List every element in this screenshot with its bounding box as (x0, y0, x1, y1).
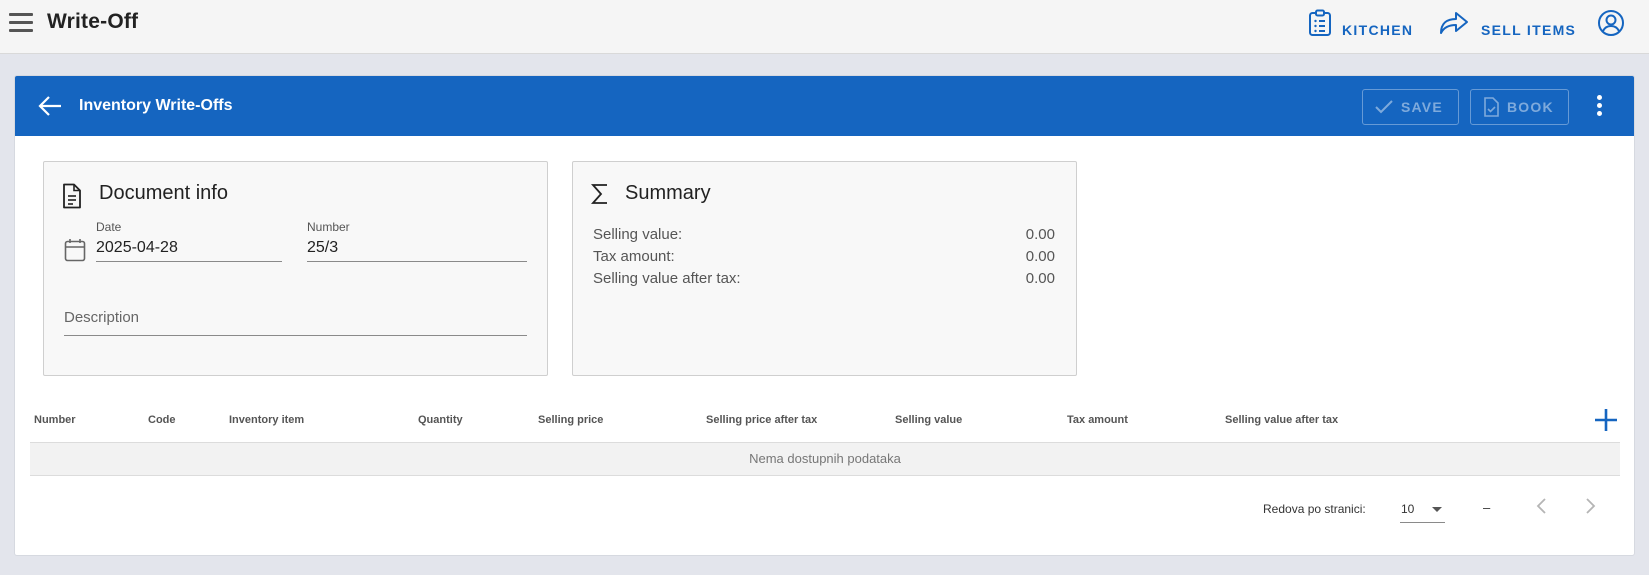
summary-value: 0.00 (1025, 226, 1055, 243)
book-button[interactable]: BOOK (1470, 89, 1569, 125)
clipboard-list-icon[interactable] (1307, 9, 1333, 37)
summary-row-tax-amount: Tax amount: 0.00 (593, 248, 1055, 265)
account-icon[interactable] (1597, 9, 1625, 37)
number-label: Number (307, 220, 350, 234)
document-info-title: Document info (99, 182, 228, 204)
description-field[interactable]: Description (64, 309, 139, 326)
summary-panel: Summary Selling value: 0.00 Tax amount: … (572, 161, 1077, 376)
column-header-selling-price-after-tax[interactable]: Selling price after tax (706, 398, 817, 442)
column-header-quantity[interactable]: Quantity (418, 398, 463, 442)
save-button-label: SAVE (1401, 99, 1443, 115)
column-header-tax-amount[interactable]: Tax amount (1067, 398, 1128, 442)
number-underline (307, 261, 527, 262)
page-range-text: – (1483, 500, 1491, 515)
check-icon (1375, 100, 1393, 114)
date-field[interactable]: 2025-04-28 (96, 239, 178, 257)
app-bar: Write-Off KITCHEN SELL ITEMS (0, 0, 1649, 54)
summary-row-selling-value-after-tax: Selling value after tax: 0.00 (593, 270, 1055, 287)
sell-items-button-label: SELL ITEMS (1481, 22, 1577, 38)
summary-label: Selling value after tax: (593, 270, 741, 287)
summary-value: 0.00 (1025, 248, 1055, 265)
column-header-selling-value[interactable]: Selling value (895, 398, 962, 442)
rows-per-page-value: 10 (1401, 502, 1415, 516)
document-check-icon (1484, 97, 1499, 117)
write-off-card: Inventory Write-Offs SAVE BOOK Document … (14, 75, 1635, 556)
column-header-selling-price[interactable]: Selling price (538, 398, 603, 442)
save-button[interactable]: SAVE (1362, 89, 1459, 125)
card-title: Inventory Write-Offs (79, 97, 233, 114)
back-arrow-icon[interactable] (37, 94, 63, 118)
sigma-icon (591, 184, 607, 204)
summary-value: 0.00 (1025, 270, 1055, 287)
description-underline (64, 335, 527, 336)
number-field[interactable]: 25/3 (307, 239, 338, 257)
book-button-label: BOOK (1507, 99, 1554, 115)
card-header: Inventory Write-Offs SAVE BOOK (15, 76, 1634, 136)
column-header-code[interactable]: Code (148, 398, 176, 442)
table-body-divider (30, 475, 1620, 476)
sell-items-button[interactable]: SELL ITEMS (1481, 15, 1576, 45)
more-vert-icon[interactable] (1595, 95, 1603, 119)
add-icon[interactable] (1593, 407, 1619, 433)
document-icon (63, 183, 81, 209)
chevron-right-icon[interactable] (1578, 494, 1602, 518)
summary-row-selling-value: Selling value: 0.00 (593, 226, 1055, 243)
column-header-inventory-item[interactable]: Inventory item (229, 398, 304, 442)
rows-per-page-label: Redova po stranici: (1263, 502, 1366, 516)
dropdown-caret-icon (1432, 507, 1442, 512)
summary-label: Selling value: (593, 226, 683, 243)
kitchen-button[interactable]: KITCHEN (1342, 15, 1413, 45)
menu-icon[interactable] (9, 13, 33, 33)
share-arrow-icon[interactable] (1438, 9, 1470, 37)
column-header-selling-value-after-tax[interactable]: Selling value after tax (1225, 398, 1338, 442)
chevron-left-icon[interactable] (1530, 494, 1554, 518)
date-underline (96, 261, 282, 262)
table-empty-row: Nema dostupnih podataka (30, 443, 1620, 475)
rows-per-page-select[interactable]: 10 (1400, 495, 1445, 523)
document-info-panel: Document info Date 2025-04-28 Number 25/… (43, 161, 548, 376)
app-title: Write-Off (47, 10, 139, 33)
summary-label: Tax amount: (593, 248, 675, 265)
calendar-icon[interactable] (64, 238, 86, 262)
kitchen-button-label: KITCHEN (1342, 22, 1414, 38)
date-label: Date (96, 220, 122, 234)
column-header-number[interactable]: Number (34, 398, 76, 442)
summary-title: Summary (625, 182, 711, 204)
